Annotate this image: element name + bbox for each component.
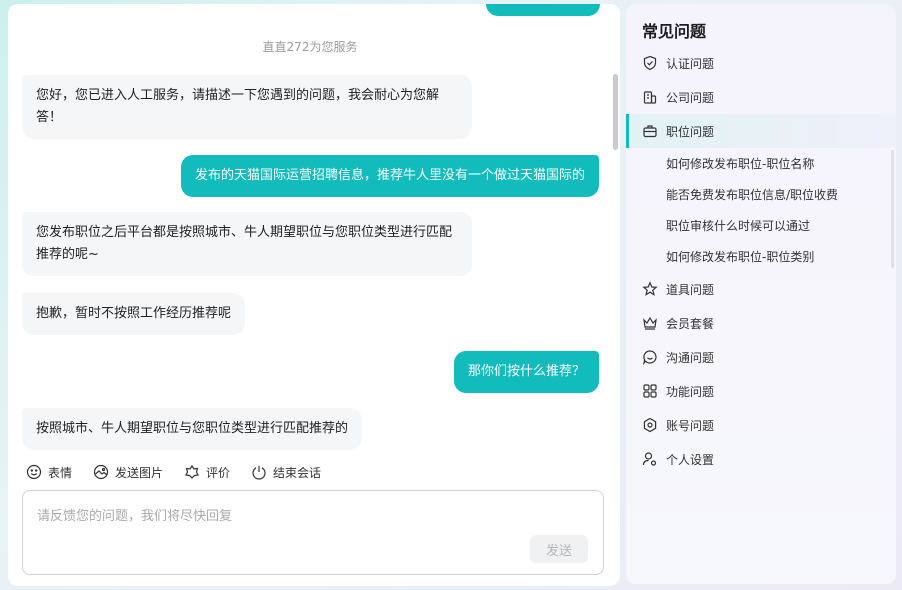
system-note: 直直272为您服务: [262, 40, 358, 54]
message-input[interactable]: [37, 505, 587, 533]
agent-message: 您发布职位之后平台都是按照城市、牛人期望职位与您职位类型进行匹配推荐的呢~: [22, 212, 472, 276]
faq-item-label: 认证问题: [666, 56, 715, 71]
chat-scrollbar[interactable]: [613, 74, 618, 150]
briefcase-icon: [643, 125, 657, 138]
person-gear-icon: [642, 452, 657, 466]
previous-user-bubble: [486, 4, 600, 16]
shield-check-icon: [643, 55, 657, 71]
faq-item-label: 职位问题: [666, 124, 715, 139]
faq-item-label: 公司问题: [666, 90, 715, 105]
faq-list: 认证问题 公司问题 职位问题 如何修改发布职位-职位名称 能否免费发布职位信息/…: [626, 46, 896, 476]
faq-item-membership[interactable]: 会员套餐: [626, 306, 896, 340]
user-message: 那你们按什么推荐？: [454, 351, 600, 393]
flower-icon: [185, 464, 199, 479]
faq-sub-item[interactable]: 职位审核什么时候可以通过: [626, 210, 896, 241]
faq-item-account[interactable]: 账号问题: [626, 408, 896, 442]
emoji-label: 表情: [48, 465, 73, 480]
faq-item-label: 沟通问题: [666, 350, 715, 365]
send-image-label: 发送图片: [115, 465, 164, 480]
image-icon: [93, 464, 109, 480]
faq-sub-item[interactable]: 如何修改发布职位-职位名称: [626, 148, 896, 179]
rate-label: 评价: [206, 465, 231, 480]
send-image-button[interactable]: 发送图片: [93, 464, 163, 481]
faq-item-label: 个人设置: [666, 452, 715, 467]
agent-message: 按照城市、牛人期望职位与您职位类型进行匹配推荐的: [22, 408, 363, 450]
faq-item-label: 道具问题: [666, 282, 715, 297]
faq-item-label: 账号问题: [666, 418, 715, 433]
hexagon-icon: [643, 417, 657, 433]
faq-item-label: 功能问题: [666, 384, 715, 399]
faq-item-certification[interactable]: 认证问题: [626, 46, 896, 80]
power-icon: [252, 465, 266, 480]
agent-message: 您好，您已进入人工服务，请描述一下您遇到的问题，我会耐心为您解答！: [22, 75, 472, 139]
faq-item-features[interactable]: 功能问题: [626, 374, 896, 408]
end-session-button[interactable]: 结束会话: [251, 464, 321, 481]
faq-panel: 常见问题 认证问题 公司问题 职位问题 如何修改发布职位-职位名称 能否免费发布…: [626, 4, 896, 584]
faq-scrollbar[interactable]: [891, 150, 894, 268]
rate-button[interactable]: 评价: [184, 464, 230, 481]
crown-icon: [643, 316, 657, 330]
chat-bubble-icon: [643, 350, 657, 365]
star-outline-icon: [642, 281, 658, 296]
user-message: 发布的天猫国际运营招聘信息，推荐牛人里没有一个做过天猫国际的: [181, 155, 599, 197]
faq-sub-item[interactable]: 如何修改发布职位-职位类别: [626, 241, 896, 272]
emoji-button[interactable]: 表情: [26, 464, 72, 481]
building-icon: [643, 91, 657, 104]
message-list[interactable]: 直直272为您服务 您好，您已进入人工服务，请描述一下您遇到的问题，我会耐心为您…: [8, 4, 620, 456]
grid-icon: [643, 384, 657, 398]
faq-title: 常见问题: [642, 22, 707, 41]
faq-sub-item[interactable]: 能否免费发布职位信息/职位收费: [626, 179, 896, 210]
message-input-box: 发送: [22, 490, 604, 575]
smile-icon: [26, 464, 42, 480]
agent-message: 抱歉，暂时不按照工作经历推荐呢: [22, 293, 246, 335]
end-session-label: 结束会话: [273, 465, 322, 480]
faq-item-label: 会员套餐: [666, 316, 715, 331]
faq-item-communication[interactable]: 沟通问题: [626, 340, 896, 374]
faq-item-personal-settings[interactable]: 个人设置: [626, 442, 896, 476]
faq-item-company[interactable]: 公司问题: [626, 80, 896, 114]
send-button[interactable]: 发送: [530, 535, 588, 563]
chat-toolbar: 表情 发送图片 评价 结束会话: [26, 462, 342, 482]
faq-item-position[interactable]: 职位问题: [626, 114, 896, 148]
faq-item-props[interactable]: 道具问题: [626, 272, 896, 306]
chat-panel: 直直272为您服务 您好，您已进入人工服务，请描述一下您遇到的问题，我会耐心为您…: [8, 4, 620, 586]
